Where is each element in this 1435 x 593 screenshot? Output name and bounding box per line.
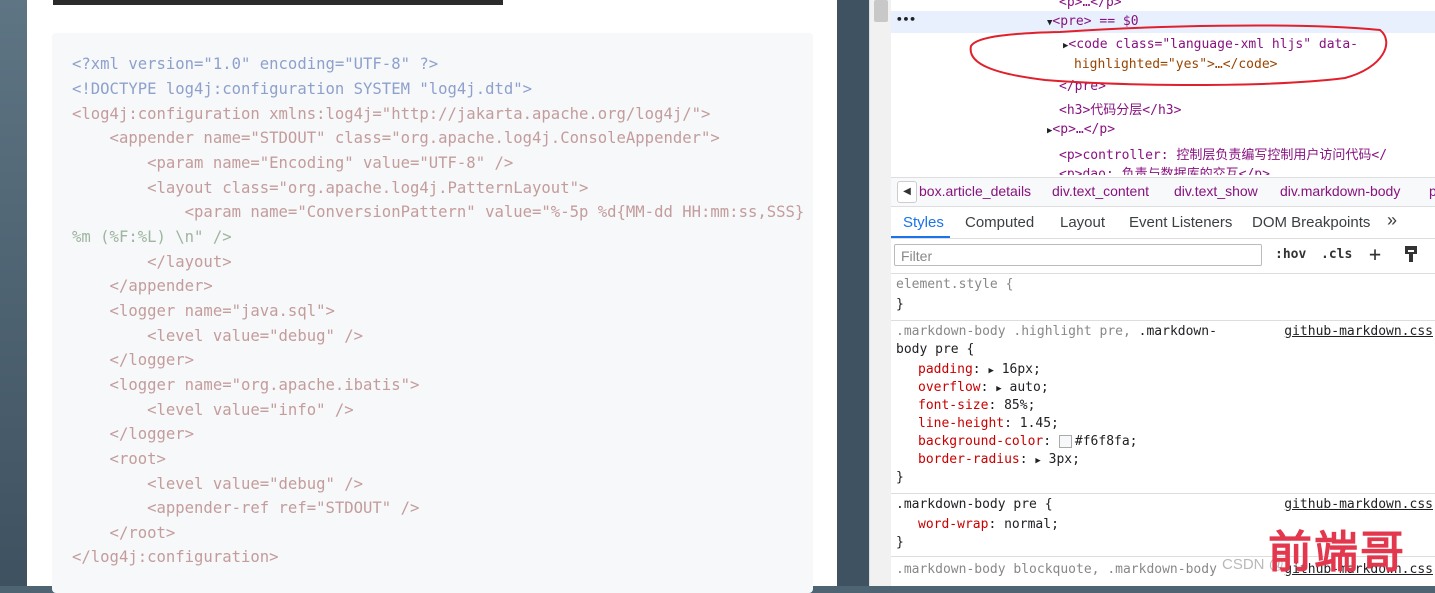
page-background-left xyxy=(0,0,27,586)
css-property[interactable]: word-wrap: normal; xyxy=(918,517,1059,532)
watermark-brand: 前端哥 xyxy=(1268,527,1406,578)
rule-selector[interactable]: .markdown-body blockquote, .markdown-bod… xyxy=(896,562,1217,577)
rule-close: } xyxy=(896,535,904,550)
code-line: %m (%F:%L) \n" /> xyxy=(72,228,232,246)
rule-close: } xyxy=(896,470,904,485)
scroll-thumb[interactable] xyxy=(874,0,888,22)
code-line: <param name="ConversionPattern" value="%… xyxy=(72,203,805,221)
code-line: <param name="Encoding" value="UTF-8" /> xyxy=(72,154,514,172)
code-line: <level value="info" /> xyxy=(72,401,354,419)
style-rule-markdown-pre: .markdown-body .highlight pre, .markdown… xyxy=(891,321,1435,494)
code-line: </layout> xyxy=(72,253,232,271)
breadcrumb-item[interactable]: div.markdown-body xyxy=(1280,183,1400,199)
active-tab-indicator xyxy=(891,236,950,238)
css-property[interactable]: font-size: 85%; xyxy=(918,398,1035,413)
code-line: <logger name="org.apache.ibatis"> xyxy=(72,376,420,394)
code-line: <root> xyxy=(72,450,166,468)
code-line: <appender-ref ref="STDOUT" /> xyxy=(72,499,420,517)
rule-selector: element.style { xyxy=(896,277,1014,292)
cls-toggle[interactable]: .cls xyxy=(1321,247,1352,262)
devtools-panel: ••• <p>…</p> ▼<pre> == $0 ▶<code class="… xyxy=(891,0,1435,586)
css-property[interactable]: overflow: ▶ auto; xyxy=(918,380,1049,395)
breadcrumb-scroll-left-icon[interactable]: ◀ xyxy=(897,181,917,203)
code-line: <layout class="org.apache.log4j.PatternL… xyxy=(72,179,589,197)
css-property[interactable]: border-radius: ▶ 3px; xyxy=(918,452,1080,467)
filter-input[interactable]: Filter xyxy=(894,244,1262,266)
rule-source-link[interactable]: github-markdown.css xyxy=(1284,497,1433,512)
dom-node[interactable]: ▶<p>…</p> xyxy=(1047,122,1115,137)
code-line: </log4j:configuration> xyxy=(72,548,279,566)
code-line: <!DOCTYPE log4j:configuration SYSTEM "lo… xyxy=(72,80,533,98)
css-property[interactable]: padding: ▶ 16px; xyxy=(918,362,1041,377)
tab-layout[interactable]: Layout xyxy=(1060,214,1105,231)
page-background-right xyxy=(837,0,869,586)
dom-more-icon[interactable]: ••• xyxy=(896,13,916,26)
color-swatch-icon[interactable] xyxy=(1058,435,1072,448)
breadcrumb-item[interactable]: p xyxy=(1429,183,1435,199)
breadcrumb-item[interactable]: div.text_show xyxy=(1174,183,1258,199)
rule-source-link[interactable]: github-markdown.css xyxy=(1284,324,1433,339)
dom-node[interactable]: <p>dao: 负责与数据库的交互</p> xyxy=(1059,163,1270,175)
tab-event-listeners[interactable]: Event Listeners xyxy=(1129,214,1232,231)
style-rule-element: element.style { } xyxy=(891,274,1435,321)
code-block: <?xml version="1.0" encoding="UTF-8" ?> … xyxy=(52,33,813,593)
code-line: </appender> xyxy=(72,277,213,295)
new-rule-icon[interactable]: + xyxy=(1369,242,1381,266)
page-scrollbar[interactable] xyxy=(869,0,892,586)
code-line: <level value="debug" /> xyxy=(72,327,364,345)
code-line: <?xml version="1.0" encoding="UTF-8" ?> xyxy=(72,55,439,73)
article-panel: <?xml version="1.0" encoding="UTF-8" ?> … xyxy=(27,0,837,593)
dom-node[interactable]: <p>…</p> xyxy=(1059,0,1122,10)
dom-node[interactable]: <p>controller: 控制层负责编写控制用户访问代码</ xyxy=(1059,144,1387,163)
code-line: </logger> xyxy=(72,351,195,369)
filter-toolbar: Filter :hov .cls + xyxy=(891,239,1435,274)
hov-toggle[interactable]: :hov xyxy=(1275,247,1306,262)
tab-dom-breakpoints[interactable]: DOM Breakpoints xyxy=(1252,214,1370,231)
annotation-circle xyxy=(969,24,1388,86)
more-tabs-icon[interactable]: » xyxy=(1387,210,1397,231)
article-top-image xyxy=(53,0,503,5)
tab-computed[interactable]: Computed xyxy=(965,214,1034,231)
rule-selector-cont: body pre { xyxy=(896,342,975,357)
code-line: <log4j:configuration xmlns:log4j="http:/… xyxy=(72,105,711,123)
code-line: </logger> xyxy=(72,425,195,443)
css-property[interactable]: line-height: 1.45; xyxy=(918,416,1059,431)
code-line: <appender name="STDOUT" class="org.apach… xyxy=(72,129,720,147)
rule-selector[interactable]: .markdown-body pre { xyxy=(896,497,1053,512)
css-property[interactable]: background-color: #f6f8fa; xyxy=(918,434,1138,449)
rule-close: } xyxy=(896,297,904,312)
code-line: <level value="debug" /> xyxy=(72,475,364,493)
rule-selector[interactable]: .markdown-body .highlight pre, .markdown… xyxy=(896,324,1217,339)
tab-styles[interactable]: Styles xyxy=(903,214,944,231)
breadcrumb: ◀ box.article_details div.text_content d… xyxy=(891,177,1435,207)
breadcrumb-item[interactable]: div.text_content xyxy=(1052,183,1149,199)
styles-tabbar: Styles Computed Layout Event Listeners D… xyxy=(891,207,1435,239)
paint-brush-icon[interactable] xyxy=(1403,245,1419,267)
code-line: <logger name="java.sql"> xyxy=(72,302,335,320)
dom-node[interactable]: <h3>代码分层</h3> xyxy=(1059,99,1181,118)
code-line: </root> xyxy=(72,524,176,542)
breadcrumb-item[interactable]: box.article_details xyxy=(919,183,1031,199)
